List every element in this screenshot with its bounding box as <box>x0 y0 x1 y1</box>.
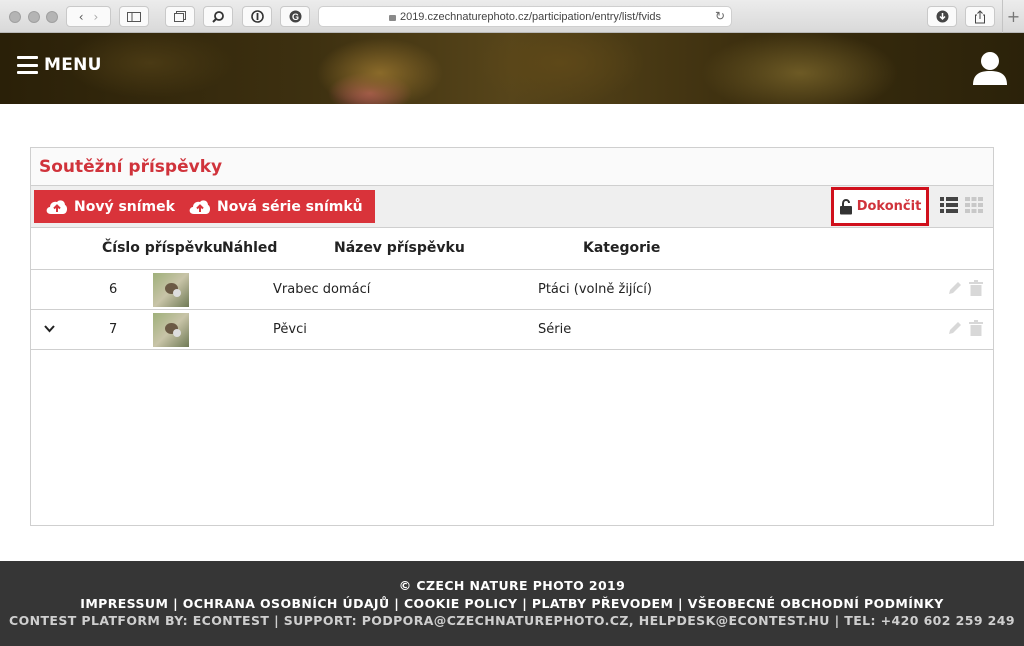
search-icon[interactable] <box>203 6 233 27</box>
table-row[interactable]: 7 Pěvci Série <box>31 310 993 350</box>
column-header-number[interactable]: Číslo příspěvku <box>102 240 223 256</box>
column-header-category[interactable]: Kategorie <box>583 240 660 256</box>
new-photo-label: Nový snímek <box>74 198 175 215</box>
browser-toolbar: ‹ › G 2019.czechnaturephoto.cz/participa… <box>0 0 1024 33</box>
address-bar[interactable]: 2019.czechnaturephoto.cz/participation/e… <box>318 6 732 27</box>
svg-text:G: G <box>291 12 298 22</box>
minimize-window-icon[interactable] <box>28 11 40 23</box>
hamburger-icon <box>17 56 38 74</box>
user-icon[interactable] <box>972 50 1008 86</box>
table-header: Číslo příspěvku Náhled Název příspěvku K… <box>31 228 993 270</box>
download-icon[interactable] <box>927 6 957 27</box>
entry-number: 6 <box>109 282 118 297</box>
column-header-name[interactable]: Název příspěvku <box>334 240 465 256</box>
url-text: 2019.czechnaturephoto.cz/participation/e… <box>399 10 662 23</box>
site-footer: © CZECH NATURE PHOTO 2019 IMPRESSUM | OC… <box>0 561 1024 646</box>
menu-button[interactable]: MENU <box>17 55 102 75</box>
pencil-icon[interactable] <box>947 320 963 336</box>
trash-icon[interactable] <box>969 280 983 296</box>
forward-icon[interactable]: › <box>94 10 99 24</box>
unlock-icon <box>839 198 852 214</box>
lock-icon <box>388 14 396 21</box>
entries-panel: Soutěžní příspěvky Nový snímek Nová séri… <box>30 147 994 526</box>
entry-category: Série <box>538 322 572 337</box>
back-icon[interactable]: ‹ <box>79 10 84 24</box>
pencil-icon[interactable] <box>947 280 963 296</box>
entry-name: Vrabec domácí <box>273 282 371 297</box>
tabs-icon[interactable] <box>165 6 195 27</box>
new-series-label: Nová série snímků <box>217 198 363 215</box>
new-tab-button[interactable]: + <box>1002 0 1024 33</box>
new-photo-button[interactable]: Nový snímek <box>34 190 187 223</box>
chevron-down-icon[interactable] <box>44 325 55 333</box>
grid-view-icon[interactable] <box>965 197 983 213</box>
column-header-preview: Náhled <box>222 240 278 256</box>
entry-category: Ptáci (volně žijící) <box>538 282 652 297</box>
grammarly-icon[interactable]: G <box>280 6 310 27</box>
privacy-icon[interactable] <box>242 6 272 27</box>
entry-thumbnail[interactable] <box>153 273 189 307</box>
site-header: MENU <box>0 33 1024 104</box>
finish-label: Dokončit <box>856 199 922 214</box>
zoom-window-icon[interactable] <box>46 11 58 23</box>
entry-name: Pěvci <box>273 322 307 337</box>
footer-links[interactable]: IMPRESSUM | OCHRANA OSOBNÍCH ÚDAJŮ | COO… <box>0 596 1024 611</box>
cloud-upload-icon <box>46 199 68 214</box>
entry-number: 7 <box>109 322 118 337</box>
list-view-icon[interactable] <box>940 197 958 213</box>
sidebar-icon[interactable] <box>119 6 149 27</box>
cloud-upload-icon <box>189 199 211 214</box>
reload-icon[interactable]: ↻ <box>715 9 725 23</box>
entry-thumbnail[interactable] <box>153 313 189 347</box>
share-icon[interactable] <box>965 6 995 27</box>
finish-button[interactable]: Dokončit <box>831 187 929 226</box>
footer-copyright: © CZECH NATURE PHOTO 2019 <box>398 578 626 593</box>
table-row[interactable]: 6 Vrabec domácí Ptáci (volně žijící) <box>31 270 993 310</box>
panel-toolbar: Nový snímek Nová série snímků Dokončit <box>31 186 993 228</box>
footer-platform[interactable]: CONTEST PLATFORM BY: ECONTEST | SUPPORT:… <box>0 613 1024 628</box>
trash-icon[interactable] <box>969 320 983 336</box>
close-window-icon[interactable] <box>9 11 21 23</box>
back-forward-buttons[interactable]: ‹ › <box>66 6 111 27</box>
menu-label: MENU <box>44 55 102 75</box>
new-series-button[interactable]: Nová série snímků <box>177 190 375 223</box>
panel-title: Soutěžní příspěvky <box>31 148 993 186</box>
